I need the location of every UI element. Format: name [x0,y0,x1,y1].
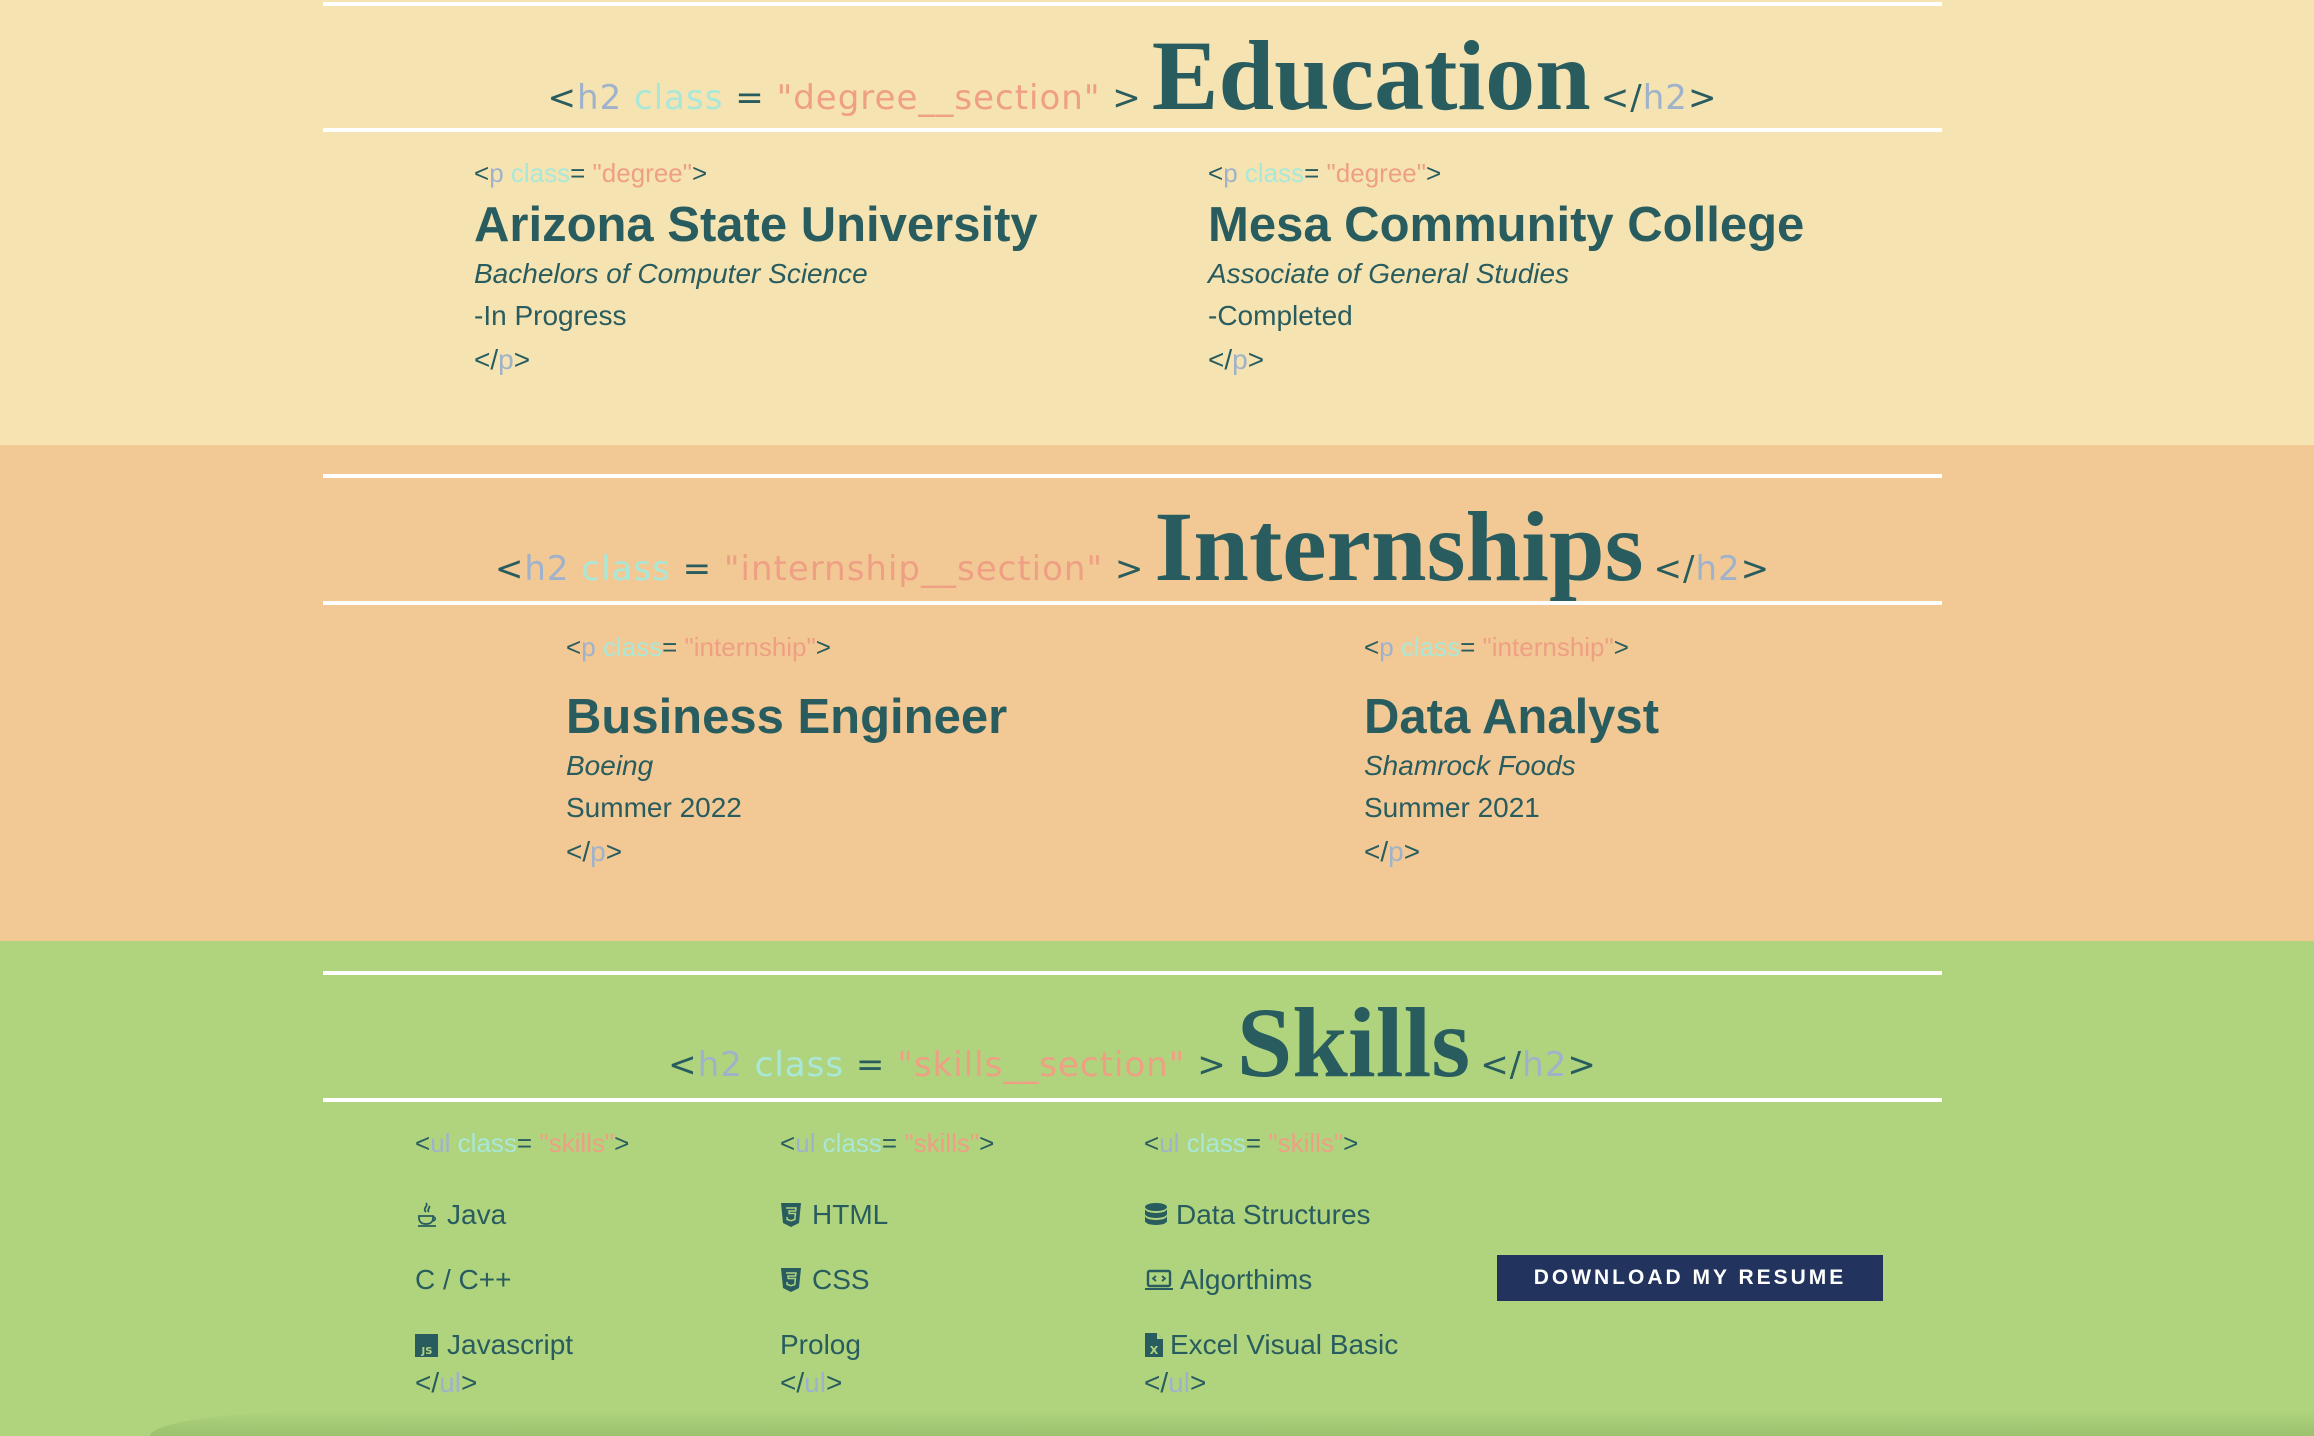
divider [323,971,1942,975]
download-resume-button[interactable]: DOWNLOAD MY RESUME [1497,1255,1883,1301]
ul-tag-close: </ul> [415,1367,478,1398]
internship-company: Shamrock Foods [1364,750,1576,781]
internship-card: <p class= "internship"> Data Analyst Sha… [1364,632,1659,866]
p-tag-open: <p class= "degree"> [1208,158,1442,188]
skill-item: X Excel Visual Basic [1144,1329,1398,1361]
skill-item: CSS [780,1264,994,1296]
education-heading: <h2 class = "degree__section" > Education… [323,18,1942,133]
internships-section: <h2 class = "internship__section" > Inter… [0,445,2314,941]
css3-icon [780,1266,806,1294]
divider [323,1098,1942,1102]
degree-school: Arizona State University [474,198,1038,252]
internships-heading: <h2 class = "internship__section" > Inter… [323,489,1942,604]
skills-heading: <h2 class = "skills__section" > Skills </h… [323,985,1942,1100]
js-icon: JS [415,1331,441,1359]
p-tag-close: </p> [1364,836,1421,867]
skill-item: Data Structures [1144,1199,1398,1231]
tag-close: </h2> [1653,549,1771,589]
section-title: Internships [1154,491,1644,602]
ul-tag-open: <ul class= "skills"> [780,1128,995,1158]
internship-period: Summer 2022 [566,792,742,823]
divider [323,2,1942,6]
skill-item: HTML [780,1199,994,1231]
degree-status: -Completed [1208,300,1353,331]
section-title: Skills [1236,987,1471,1098]
ul-tag-open: <ul class= "skills"> [415,1128,630,1158]
p-tag-close: </p> [474,344,531,375]
divider [323,601,1942,605]
file-excel-icon: X [1144,1331,1164,1359]
ul-tag-close: </ul> [1144,1367,1207,1398]
internship-card: <p class= "internship"> Business Enginee… [566,632,1007,866]
p-tag-open: <p class= "internship"> [1364,632,1629,662]
skill-item: Java [415,1199,629,1231]
tag-close: </h2> [1600,78,1718,118]
degree-card: <p class= "degree"> Arizona State Univer… [474,158,1038,374]
svg-text:JS: JS [421,1346,433,1357]
p-tag-open: <p class= "degree"> [474,158,708,188]
degree-status: -In Progress [474,300,627,331]
p-tag-close: </p> [1208,344,1265,375]
tag-open: <h2 class = "degree__section" > [547,78,1142,118]
internship-role: Data Analyst [1364,690,1660,744]
internship-role: Business Engineer [566,690,1008,744]
skill-item: JS Javascript [415,1329,629,1361]
skill-item: Prolog [780,1329,861,1360]
html5-icon [780,1201,806,1229]
svg-text:X: X [1150,1344,1159,1357]
education-section: <h2 class = "degree__section" > Education… [0,0,2314,445]
degree-name: Associate of General Studies [1208,258,1570,289]
divider [323,474,1942,478]
ul-tag-open: <ul class= "skills"> [1144,1128,1359,1158]
tag-open: <h2 class = "skills__section" > [668,1045,1227,1085]
skills-list: <ul class= "skills"> Java C / C++ JS Jav… [415,1128,629,1397]
skills-list: <ul class= "skills"> HTML CSS Prolog </u… [780,1128,994,1397]
divider [323,128,1942,132]
footer-shadow [150,1410,2314,1436]
tag-open: <h2 class = "internship__section" > [494,549,1145,589]
p-tag-close: </p> [566,836,623,867]
skill-item: C / C++ [415,1264,512,1295]
database-icon [1144,1201,1170,1229]
laptop-code-icon [1144,1266,1174,1294]
skill-item: Algorthims [1144,1264,1398,1296]
degree-card: <p class= "degree"> Mesa Community Colle… [1208,158,1804,374]
degree-school: Mesa Community College [1208,198,1805,252]
skills-list: <ul class= "skills"> Data Structures Alg… [1144,1128,1398,1397]
ul-tag-close: </ul> [780,1367,843,1398]
p-tag-open: <p class= "internship"> [566,632,831,662]
section-title: Education [1151,20,1591,131]
tag-close: </h2> [1480,1045,1597,1085]
degree-name: Bachelors of Computer Science [474,258,868,289]
internship-company: Boeing [566,750,654,781]
internship-period: Summer 2021 [1364,792,1540,823]
java-icon [415,1201,441,1229]
